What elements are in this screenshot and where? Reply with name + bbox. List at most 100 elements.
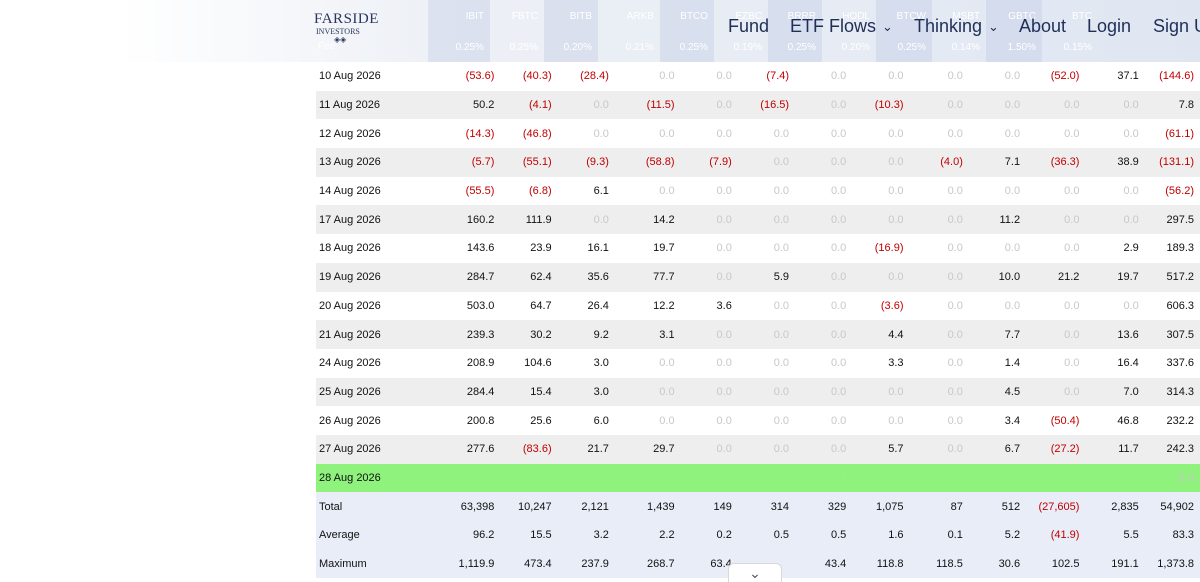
flow-cell: 0.0 [1026, 205, 1086, 235]
flow-cell: 0.0 [830, 357, 847, 370]
flow-cell: 0.0 [947, 414, 963, 427]
flow-cell: 189.3 [1166, 242, 1194, 255]
ticker-header[interactable]: BITB [544, 11, 592, 22]
nav-login[interactable]: Login [1087, 16, 1131, 37]
ticker-header[interactable]: BTCO [660, 11, 708, 22]
flow-cell: 0.0 [830, 185, 847, 198]
flow-cell: 0.0 [557, 90, 615, 120]
flow-cell: 0.0 [1064, 127, 1080, 140]
summary-cell: 1,075 [852, 492, 910, 521]
flow-cell: 0.0 [716, 185, 732, 198]
ticker-header[interactable]: ARKB [598, 11, 654, 22]
table-row: 25 Aug 2026 284.4 15.4 3.0 0.0 0.0 0.0 0.0 0.0 0.… [316, 377, 1200, 407]
flow-cell: 0.0 [773, 185, 790, 198]
flow-cell: 4.4 [852, 320, 910, 349]
row-date: 25 Aug 2026 [316, 377, 435, 407]
nav-thinking[interactable]: Thinking ⌄ [914, 16, 999, 37]
summary-cell: (41.9) [1026, 521, 1086, 550]
flow-cell: 62.4 [500, 262, 558, 292]
flow-cell: 0.0 [1123, 299, 1139, 312]
flow-cell: - [737, 463, 796, 493]
flow-cell: 239.3 [434, 320, 501, 349]
row-date: 21 Aug 2026 [316, 320, 435, 349]
scroll-down-button[interactable]: ⌄ [728, 563, 782, 582]
nav-fund-label: Fund [728, 16, 770, 36]
summary-cell: 512 [968, 492, 1027, 521]
flow-cell: (46.8) [522, 127, 552, 140]
flow-cell: 0.0 [773, 357, 790, 370]
fee-header: 0.20% [841, 42, 870, 53]
fee-header: 0.25% [787, 42, 816, 53]
flow-cell: 0.0 [888, 127, 904, 140]
flow-cell: - [1085, 463, 1145, 493]
row-date: 13 Aug 2026 [316, 148, 435, 177]
table-row: 13 Aug 2026 (5.7) (55.1) (9.3) (58.8) (7.9) 0.… [316, 148, 1200, 177]
flow-cell: 13.6 [1085, 320, 1145, 349]
flow-cell: - [614, 463, 681, 493]
flow-cell: 0.0 [1144, 463, 1200, 493]
flow-cell: 0.0 [1026, 90, 1086, 120]
summary-cell: 10,247 [500, 492, 558, 521]
flow-cell: 307.5 [1144, 320, 1200, 349]
flow-cell: 16.4 [1117, 357, 1139, 370]
nav-fund[interactable]: Fund [728, 16, 769, 37]
logo-line-2: INVESTORS [316, 27, 360, 36]
flow-cell: 0.0 [1064, 299, 1080, 312]
flow-cell: 143.6 [466, 242, 495, 255]
nav-about[interactable]: About [1019, 16, 1066, 37]
summary-cell: 268.7 [614, 549, 681, 579]
flow-cell: (7.9) [680, 148, 738, 177]
summary-cell: 83.3 [1144, 521, 1200, 550]
fee-header: 0.21% [625, 42, 654, 53]
row-date: 19 Aug 2026 [316, 262, 435, 292]
flow-cell: 0.0 [795, 205, 853, 235]
nav-thinking-label: Thinking [914, 16, 983, 36]
fee-header: 0.25% [679, 42, 708, 53]
row-date: 28 Aug 2026 [316, 463, 435, 493]
flow-cell: 0.0 [1004, 299, 1021, 312]
flow-cell: (55.1) [500, 148, 558, 177]
flow-cell: 6.1 [593, 185, 609, 198]
ticker-header[interactable]: IBIT [428, 11, 484, 22]
summary-cell: 0.2 [680, 521, 738, 550]
flow-cell: 284.7 [434, 262, 501, 292]
flow-cell: 297.5 [1144, 205, 1200, 235]
flow-cell: 7.7 [968, 320, 1027, 349]
flow-cell: 0.0 [716, 127, 732, 140]
flow-cell: 0.0 [659, 357, 675, 370]
flow-cell: 29.7 [614, 434, 681, 464]
flow-cell: 0.0 [659, 185, 675, 198]
fee-header: 0.25% [455, 42, 484, 53]
flow-cell: 284.4 [434, 377, 501, 407]
flow-cell: 0.0 [968, 90, 1027, 120]
flow-cell: 160.2 [434, 205, 501, 235]
table-row: 21 Aug 2026 239.3 30.2 9.2 3.1 0.0 0.0 0.0 4.4 0.… [316, 320, 1200, 349]
summary-row: Average 96.2 15.5 3.2 2.2 0.2 0.5 0.5 1.6 0.1 5.2(… [316, 521, 1200, 550]
flow-cell: 606.3 [1166, 299, 1194, 312]
flow-cell: (9.3) [557, 148, 615, 177]
flow-cell: 0.0 [909, 434, 969, 464]
chevron-down-icon: ⌄ [882, 19, 893, 34]
flow-cell: 0.0 [947, 70, 963, 83]
flow-cell: 77.7 [614, 262, 681, 292]
flow-cell: 14.2 [614, 205, 681, 235]
flow-cell: 0.0 [852, 205, 910, 235]
flow-cell: (16.5) [737, 90, 796, 120]
nav-etf-flows[interactable]: ETF Flows ⌄ [790, 16, 893, 37]
flow-cell: 0.0 [909, 320, 969, 349]
table-row: 10 Aug 2026 (53.6) (40.3) (28.4) 0.0 0.0 (7.4)… [316, 62, 1200, 91]
fee-header: 0.20% [563, 42, 592, 53]
ticker-header[interactable]: FBTC [490, 11, 538, 22]
flow-cell: (131.1) [1144, 148, 1200, 177]
nav-signup[interactable]: Sign U [1153, 16, 1200, 37]
flow-cell: 0.0 [1004, 127, 1021, 140]
flow-cell: (6.8) [529, 185, 552, 198]
flow-cell: 0.0 [1004, 242, 1021, 255]
flow-cell: (3.6) [880, 299, 904, 312]
summary-cell: 30.6 [968, 549, 1027, 579]
flow-cell: 19.7 [653, 242, 675, 255]
flow-cell: 0.0 [830, 127, 847, 140]
table-row: 24 Aug 2026 208.9 104.6 3.0 0.0 0.0 0.0 0.0 3.3 0… [316, 349, 1200, 378]
flow-cell: 3.0 [557, 377, 615, 407]
flow-cell: 21.2 [1026, 262, 1086, 292]
